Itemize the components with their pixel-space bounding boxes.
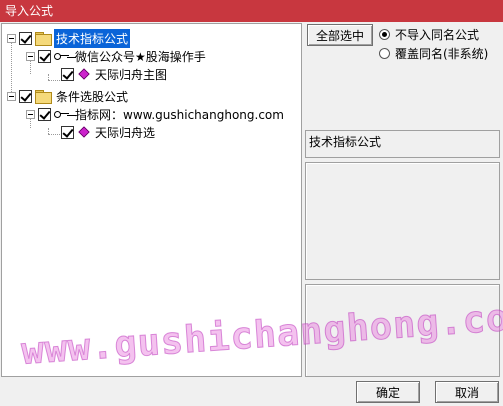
node-checkbox[interactable] — [38, 107, 51, 121]
collapse-toggle[interactable] — [7, 91, 16, 101]
collapse-toggle[interactable] — [7, 33, 16, 43]
node-checkbox[interactable] — [61, 67, 74, 81]
tree-node-label: 技术指标公式 — [54, 28, 131, 48]
cancel-button[interactable]: 取消 — [435, 381, 499, 403]
tree-node-label: 指标网：www.gushichanghong.com — [75, 107, 284, 122]
key-icon — [54, 51, 70, 61]
folder-icon — [35, 90, 52, 104]
radio-label: 不导入同名公式 — [395, 28, 480, 42]
tree-node-main-chart[interactable]: 天际归舟主图 — [61, 65, 169, 83]
formula-gem-icon — [78, 126, 90, 138]
ok-button[interactable]: 确定 — [356, 381, 420, 403]
tree-node-label: 条件选股公式 — [56, 89, 129, 104]
tree-node-select[interactable]: 天际归舟选 — [61, 123, 157, 141]
radio-dot-icon[interactable] — [379, 29, 390, 40]
formula-gem-icon — [78, 68, 90, 80]
radio-overwrite-duplicates[interactable]: 覆盖同名(非系统) — [379, 45, 488, 62]
radio-skip-duplicates[interactable]: 不导入同名公式 — [379, 26, 479, 43]
tree-node-label: 天际归舟主图 — [95, 67, 168, 82]
tree-node-label: 微信公众号★股海操作手 — [75, 49, 206, 64]
node-checkbox[interactable] — [61, 125, 74, 139]
formula-category-label: 技术指标公式 — [305, 130, 500, 158]
radio-label: 覆盖同名(非系统) — [395, 47, 489, 61]
formula-info-panel — [305, 162, 500, 280]
tree-line — [48, 80, 62, 81]
tree-node-wechat[interactable]: 微信公众号★股海操作手 — [26, 47, 208, 65]
window-title: 导入公式 — [0, 0, 503, 22]
collapse-toggle[interactable] — [26, 51, 35, 61]
collapse-toggle[interactable] — [26, 109, 35, 119]
select-all-button[interactable]: 全部选中 — [307, 24, 373, 46]
key-icon — [54, 109, 70, 119]
tree-node-label: 天际归舟选 — [95, 125, 156, 140]
tree-line — [48, 134, 62, 135]
node-checkbox[interactable] — [19, 89, 32, 103]
radio-dot-icon[interactable] — [379, 48, 390, 59]
node-checkbox[interactable] — [38, 49, 51, 63]
node-checkbox[interactable] — [19, 31, 32, 45]
tree-node-condition[interactable]: 条件选股公式 — [7, 87, 130, 105]
tree-node-tech-indicator[interactable]: 技术指标公式 — [7, 28, 131, 48]
tree-node-website[interactable]: 指标网：www.gushichanghong.com — [26, 105, 286, 123]
formula-tree[interactable]: 技术指标公式 微信公众号★股海操作手 天际归舟主图 条件选股公式 指标网：www… — [1, 23, 302, 377]
formula-detail-panel — [305, 284, 500, 377]
import-formula-dialog: 技术指标公式 微信公众号★股海操作手 天际归舟主图 条件选股公式 指标网：www… — [0, 22, 503, 406]
folder-icon — [35, 32, 52, 46]
